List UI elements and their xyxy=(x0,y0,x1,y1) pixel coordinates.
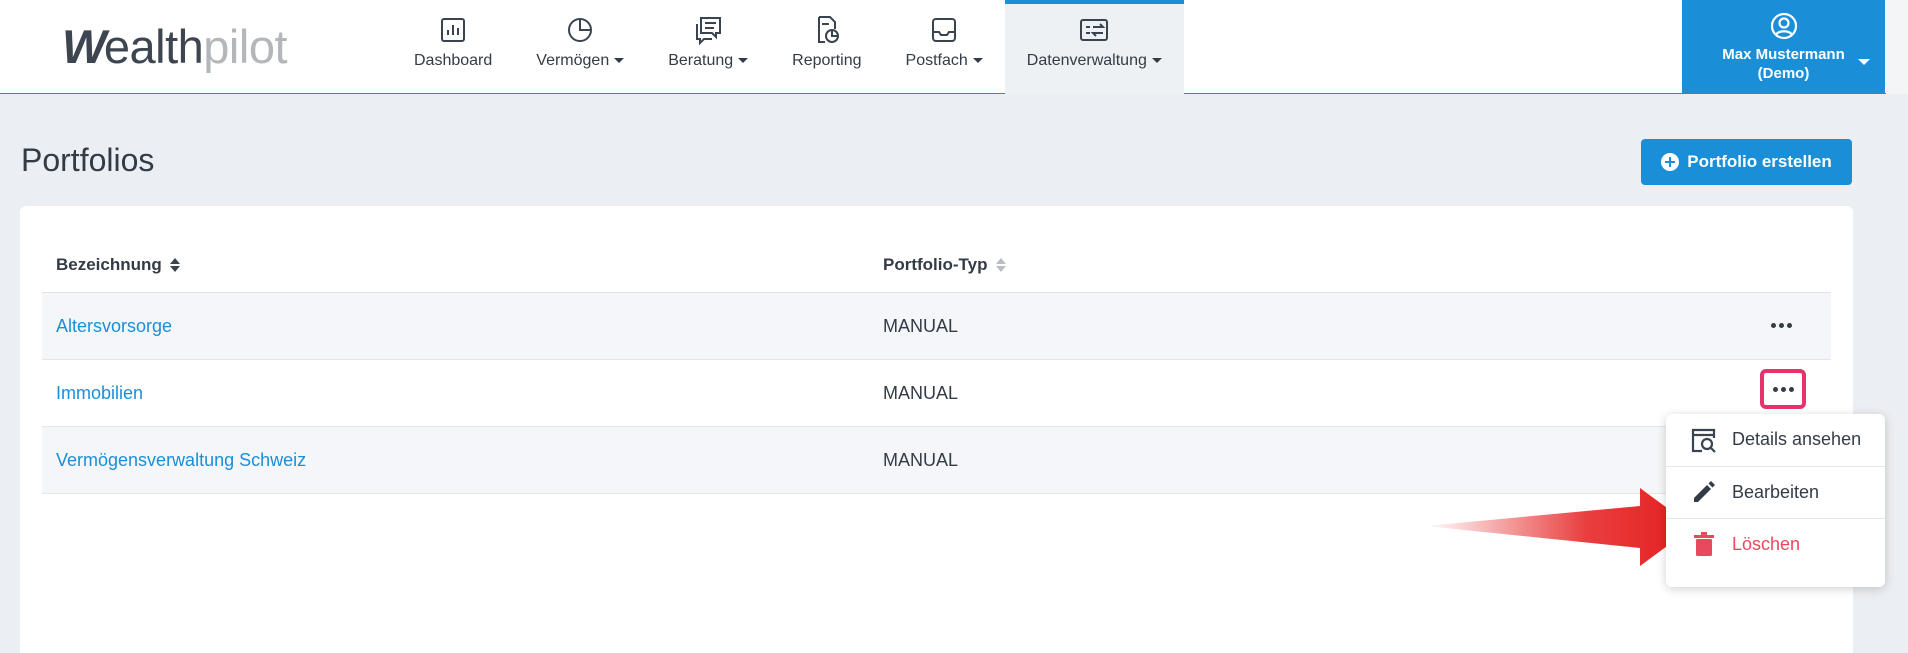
row-actions-button[interactable] xyxy=(1760,369,1806,409)
sort-icon xyxy=(995,258,1006,272)
nav-reporting[interactable]: Reporting xyxy=(770,0,883,94)
column-label: Bezeichnung xyxy=(56,255,162,274)
row-actions-button[interactable] xyxy=(1759,305,1803,345)
chart-bar-icon xyxy=(441,18,466,42)
column-header-portfolio-typ[interactable]: Portfolio-Typ xyxy=(883,255,1006,275)
portfolio-name-link[interactable]: Immobilien xyxy=(56,383,143,404)
annotation-arrow-icon xyxy=(1425,488,1693,566)
nav-label: Datenverwaltung xyxy=(1026,52,1147,69)
chevron-down-icon xyxy=(972,58,983,64)
user-circle-icon xyxy=(1770,12,1797,40)
menu-item-label: Details ansehen xyxy=(1732,429,1862,449)
logo-text-2: pilot xyxy=(203,20,288,73)
wealthpilot-logo[interactable]: Wealth pilot xyxy=(62,18,288,74)
column-label: Portfolio-Typ xyxy=(883,255,988,274)
nav-beratung[interactable]: Beratung xyxy=(646,0,770,94)
scrollbar[interactable] xyxy=(1886,0,1908,94)
portfolio-type: MANUAL xyxy=(883,383,959,403)
pie-chart-icon xyxy=(568,18,593,42)
pencil-icon xyxy=(1694,481,1715,502)
nav-vermoegen[interactable]: Vermögen xyxy=(514,0,646,94)
chevron-down-icon xyxy=(1151,58,1162,64)
menu-item-label: Löschen xyxy=(1732,533,1801,554)
report-icon xyxy=(817,16,839,43)
chevron-down-icon xyxy=(614,58,625,64)
menu-item-details[interactable]: Details ansehen xyxy=(1666,414,1885,465)
column-header-bezeichnung[interactable]: Bezeichnung xyxy=(56,255,180,275)
table-row: Vermögensverwaltung Schweiz MANUAL xyxy=(42,427,1831,494)
nav-label: Vermögen xyxy=(536,52,610,69)
table-row: Altersvorsorge MANUAL xyxy=(42,293,1831,360)
create-portfolio-label: Portfolio erstellen xyxy=(1687,152,1832,171)
create-portfolio-button[interactable]: Portfolio erstellen xyxy=(1641,139,1852,185)
nav-label: Reporting xyxy=(792,52,862,69)
table-header: Bezeichnung Portfolio-Typ xyxy=(42,243,1831,293)
chevron-down-icon xyxy=(738,58,749,64)
nav-label: Postfach xyxy=(905,52,968,69)
nav-postfach[interactable]: Postfach xyxy=(884,0,1005,94)
portfolio-name-link[interactable]: Vermögensverwaltung Schweiz xyxy=(56,450,306,471)
main-nav: Dashboard Vermögen Beratung Reporting Po… xyxy=(392,0,1184,94)
inbox-icon xyxy=(932,18,957,42)
menu-item-loeschen[interactable]: Löschen xyxy=(1666,518,1885,569)
row-actions-menu: Details ansehen Bearbeiten Löschen xyxy=(1666,414,1885,587)
chevron-down-icon xyxy=(1858,59,1870,65)
chat-icon xyxy=(696,17,722,46)
sort-icon xyxy=(169,258,180,272)
details-search-icon xyxy=(1691,428,1716,453)
user-name: Max Mustermann (Demo) xyxy=(1722,46,1845,82)
plus-circle-icon xyxy=(1661,153,1680,171)
nav-dashboard[interactable]: Dashboard xyxy=(392,0,514,94)
nav-datenverwaltung[interactable]: Datenverwaltung xyxy=(1004,0,1184,94)
logo-mark: W xyxy=(62,20,106,73)
top-navbar: Wealth pilot Dashboard Vermögen Beratung … xyxy=(0,0,1908,94)
logo-text-1: ealth xyxy=(103,20,204,73)
nav-label: Beratung xyxy=(668,52,734,69)
trash-icon xyxy=(1694,532,1714,556)
table-row: Immobilien MANUAL xyxy=(42,360,1831,427)
portfolio-type: MANUAL xyxy=(883,450,959,470)
portfolio-name-link[interactable]: Altersvorsorge xyxy=(56,316,172,337)
data-transfer-icon xyxy=(1080,19,1109,41)
menu-item-bearbeiten[interactable]: Bearbeiten xyxy=(1666,466,1885,517)
menu-item-label: Bearbeiten xyxy=(1732,481,1820,502)
page-title: Portfolios xyxy=(21,142,155,178)
nav-label: Dashboard xyxy=(414,52,493,69)
portfolio-type: MANUAL xyxy=(883,316,959,336)
user-menu[interactable]: Max Mustermann (Demo) xyxy=(1682,0,1885,94)
